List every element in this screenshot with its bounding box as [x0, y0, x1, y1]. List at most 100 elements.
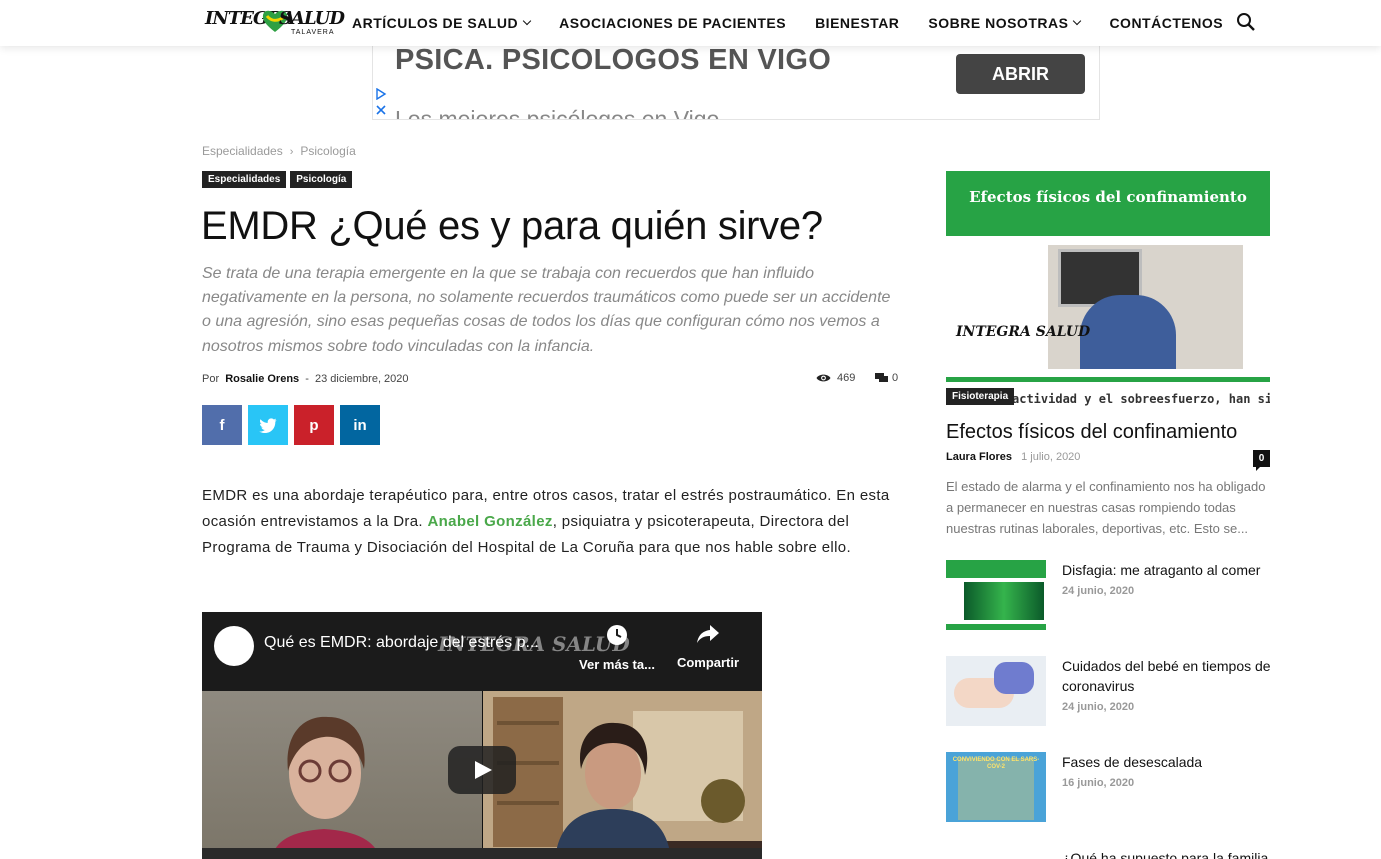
article-title: EMDR ¿Qué es y para quién sirve?: [201, 204, 823, 248]
video-share-button[interactable]: Compartir: [672, 624, 744, 670]
nav-contactenos[interactable]: CONTÁCTENOS: [1109, 15, 1223, 31]
nav-label: BIENESTAR: [815, 15, 900, 31]
nav-asociaciones-de-pacientes[interactable]: ASOCIACIONES DE PACIENTES: [559, 15, 786, 31]
byline-prefix: Por: [202, 373, 220, 385]
comments-count: 0: [892, 372, 899, 384]
post-thumbnail[interactable]: [946, 656, 1046, 726]
date-separator: -: [305, 373, 309, 385]
clock-icon: [607, 625, 627, 645]
post-title[interactable]: Fases de desescalada: [1062, 752, 1276, 772]
facebook-icon: f: [219, 416, 225, 434]
post-title[interactable]: Cuidados del bebé en tiempos de coronavi…: [1062, 656, 1276, 696]
nav-label: CONTÁCTENOS: [1109, 15, 1224, 31]
nav-label: ARTÍCULOS DE SALUD: [352, 15, 519, 31]
list-item[interactable]: Disfagia: me atraganto al comer 24 junio…: [946, 560, 1270, 632]
channel-avatar[interactable]: [214, 626, 254, 666]
featured-author-link[interactable]: Laura Flores: [946, 451, 1012, 463]
video-share-label: Compartir: [676, 655, 740, 670]
post-date: 24 junio, 2020: [1062, 701, 1135, 713]
ad-banner[interactable]: PSICA. PSICOLOGOS EN VIGO Los mejores ps…: [372, 46, 1100, 120]
breadcrumb-separator-icon: ›: [289, 146, 294, 158]
featured-banner: Efectos físicos del confinamiento: [946, 171, 1270, 236]
article-lead: Se trata de una terapia emergente en la …: [202, 265, 891, 355]
ad-headline[interactable]: PSICA. PSICOLOGOS EN VIGO: [395, 46, 831, 77]
share-arrow-icon: [697, 625, 719, 643]
share-pinterest-button[interactable]: p: [294, 405, 334, 445]
share-buttons: f p in: [202, 405, 386, 445]
site-logo[interactable]: INTEGRA SALUD TALAVERA: [205, 6, 345, 40]
ad-subline: Los mejores psicólogos en Vigo: [395, 106, 720, 120]
post-date: 24 junio, 2020: [1062, 585, 1135, 597]
adchoices-icon[interactable]: [375, 88, 387, 100]
chevron-down-icon: [522, 16, 532, 26]
ad-open-button[interactable]: ABRIR: [956, 54, 1085, 94]
featured-comment-count[interactable]: 0: [1253, 450, 1270, 471]
watch-later-button[interactable]: Ver más ta...: [577, 624, 657, 672]
list-item[interactable]: Cuidados del bebé en tiempos de coronavi…: [946, 656, 1271, 728]
logo-city: TALAVERA: [291, 29, 335, 36]
main-nav: ARTÍCULOS DE SALUD ASOCIACIONES DE PACIE…: [352, 0, 1252, 46]
featured-banner-title: Efectos físicos del confinamiento: [969, 188, 1247, 206]
featured-post-title[interactable]: Efectos físicos del confinamiento: [946, 421, 1237, 444]
thumbnail-band: [946, 560, 1046, 578]
post-title[interactable]: Disfagia: me atraganto al comer: [1062, 560, 1276, 580]
video-top-bar: INTEGRA SALUD Qué es EMDR: abordaje del …: [202, 612, 762, 691]
featured-category-badge[interactable]: Fisioterapia: [946, 388, 1015, 405]
featured-post-meta: Laura Flores 1 julio, 2020: [946, 451, 1080, 463]
site-header: INTEGRA SALUD TALAVERA ARTÍCULOS DE SALU…: [0, 0, 1381, 46]
video-bottom-bar: [202, 848, 762, 859]
nav-label: ASOCIACIONES DE PACIENTES: [559, 15, 787, 31]
thumbnail-text: CONVIVIENDO CON EL SARS-COV-2: [952, 757, 1040, 770]
views-counter: 469: [816, 372, 855, 384]
article-meta: Por Rosalie Orens - 23 diciembre, 2020: [202, 373, 409, 385]
thumbnail-bottom-band: [946, 624, 1046, 630]
share-linkedin-button[interactable]: in: [340, 405, 380, 445]
video-frame-left: [202, 691, 482, 859]
author-link[interactable]: Rosalie Orens: [225, 373, 299, 385]
tag-especialidades[interactable]: Especialidades: [202, 171, 287, 188]
dna-illustration: [964, 582, 1044, 620]
close-icon[interactable]: [375, 104, 387, 116]
share-facebook-button[interactable]: f: [202, 405, 242, 445]
nav-sobre-nosotras[interactable]: SOBRE NOSOTRAS: [928, 15, 1082, 31]
youtube-embed[interactable]: INTEGRA SALUD Qué es EMDR: abordaje del …: [202, 612, 762, 859]
list-item[interactable]: CONVIVIENDO CON EL SARS-COV-2 Fases de d…: [946, 752, 1270, 824]
pinterest-icon: p: [309, 416, 319, 434]
post-thumbnail[interactable]: [946, 560, 1046, 630]
stressed-person-illustration: [1080, 295, 1176, 369]
featured-image-logo: INTEGRA SALUD: [956, 324, 1091, 340]
featured-strip-text: actividad y el sobreesfuerzo, han sido l…: [1012, 392, 1270, 406]
logo-word-salud: SALUD: [279, 8, 345, 29]
interviewee-figure: [272, 716, 380, 859]
anabel-gonzalez-link[interactable]: Anabel González: [427, 513, 552, 530]
comment-icon: [875, 373, 888, 382]
breadcrumb: Especialidades › Psicología: [202, 144, 356, 158]
nav-articulos-de-salud[interactable]: ARTÍCULOS DE SALUD: [352, 15, 532, 31]
chevron-down-icon: [1073, 16, 1082, 26]
article-date: 23 diciembre, 2020: [314, 373, 409, 385]
views-count: 469: [837, 372, 856, 384]
linkedin-icon: in: [353, 416, 367, 434]
featured-post-image[interactable]: Efectos físicos del confinamiento INTEGR…: [946, 171, 1270, 406]
share-twitter-button[interactable]: [248, 405, 288, 445]
featured-post-excerpt: El estado de alarma y el confinamiento n…: [946, 479, 1266, 536]
video-frame-right: [483, 691, 762, 859]
twitter-icon: [259, 417, 277, 433]
search-icon[interactable]: [1236, 12, 1256, 32]
play-button[interactable]: [448, 746, 516, 794]
category-tags: Especialidades Psicología: [202, 171, 356, 188]
breadcrumb-psicologia[interactable]: Psicología: [300, 144, 355, 158]
post-date: 16 junio, 2020: [1062, 777, 1135, 789]
eye-icon: [816, 374, 831, 382]
tag-psicologia[interactable]: Psicología: [290, 171, 353, 188]
breadcrumb-especialidades[interactable]: Especialidades: [202, 144, 283, 158]
post-thumbnail[interactable]: CONVIVIENDO CON EL SARS-COV-2: [946, 752, 1046, 822]
post-title-partial[interactable]: ¿Qué ha supuesto para la familia: [1062, 850, 1268, 859]
gloved-hand-illustration: [994, 662, 1034, 694]
interviewer-figure: [483, 691, 762, 859]
comments-counter[interactable]: 0: [875, 372, 898, 384]
nav-label: SOBRE NOSOTRAS: [928, 15, 1069, 31]
video-title[interactable]: Qué es EMDR: abordaje del estrés p...: [264, 634, 539, 652]
featured-post-date: 1 julio, 2020: [1021, 451, 1081, 463]
nav-bienestar[interactable]: BIENESTAR: [815, 15, 899, 31]
